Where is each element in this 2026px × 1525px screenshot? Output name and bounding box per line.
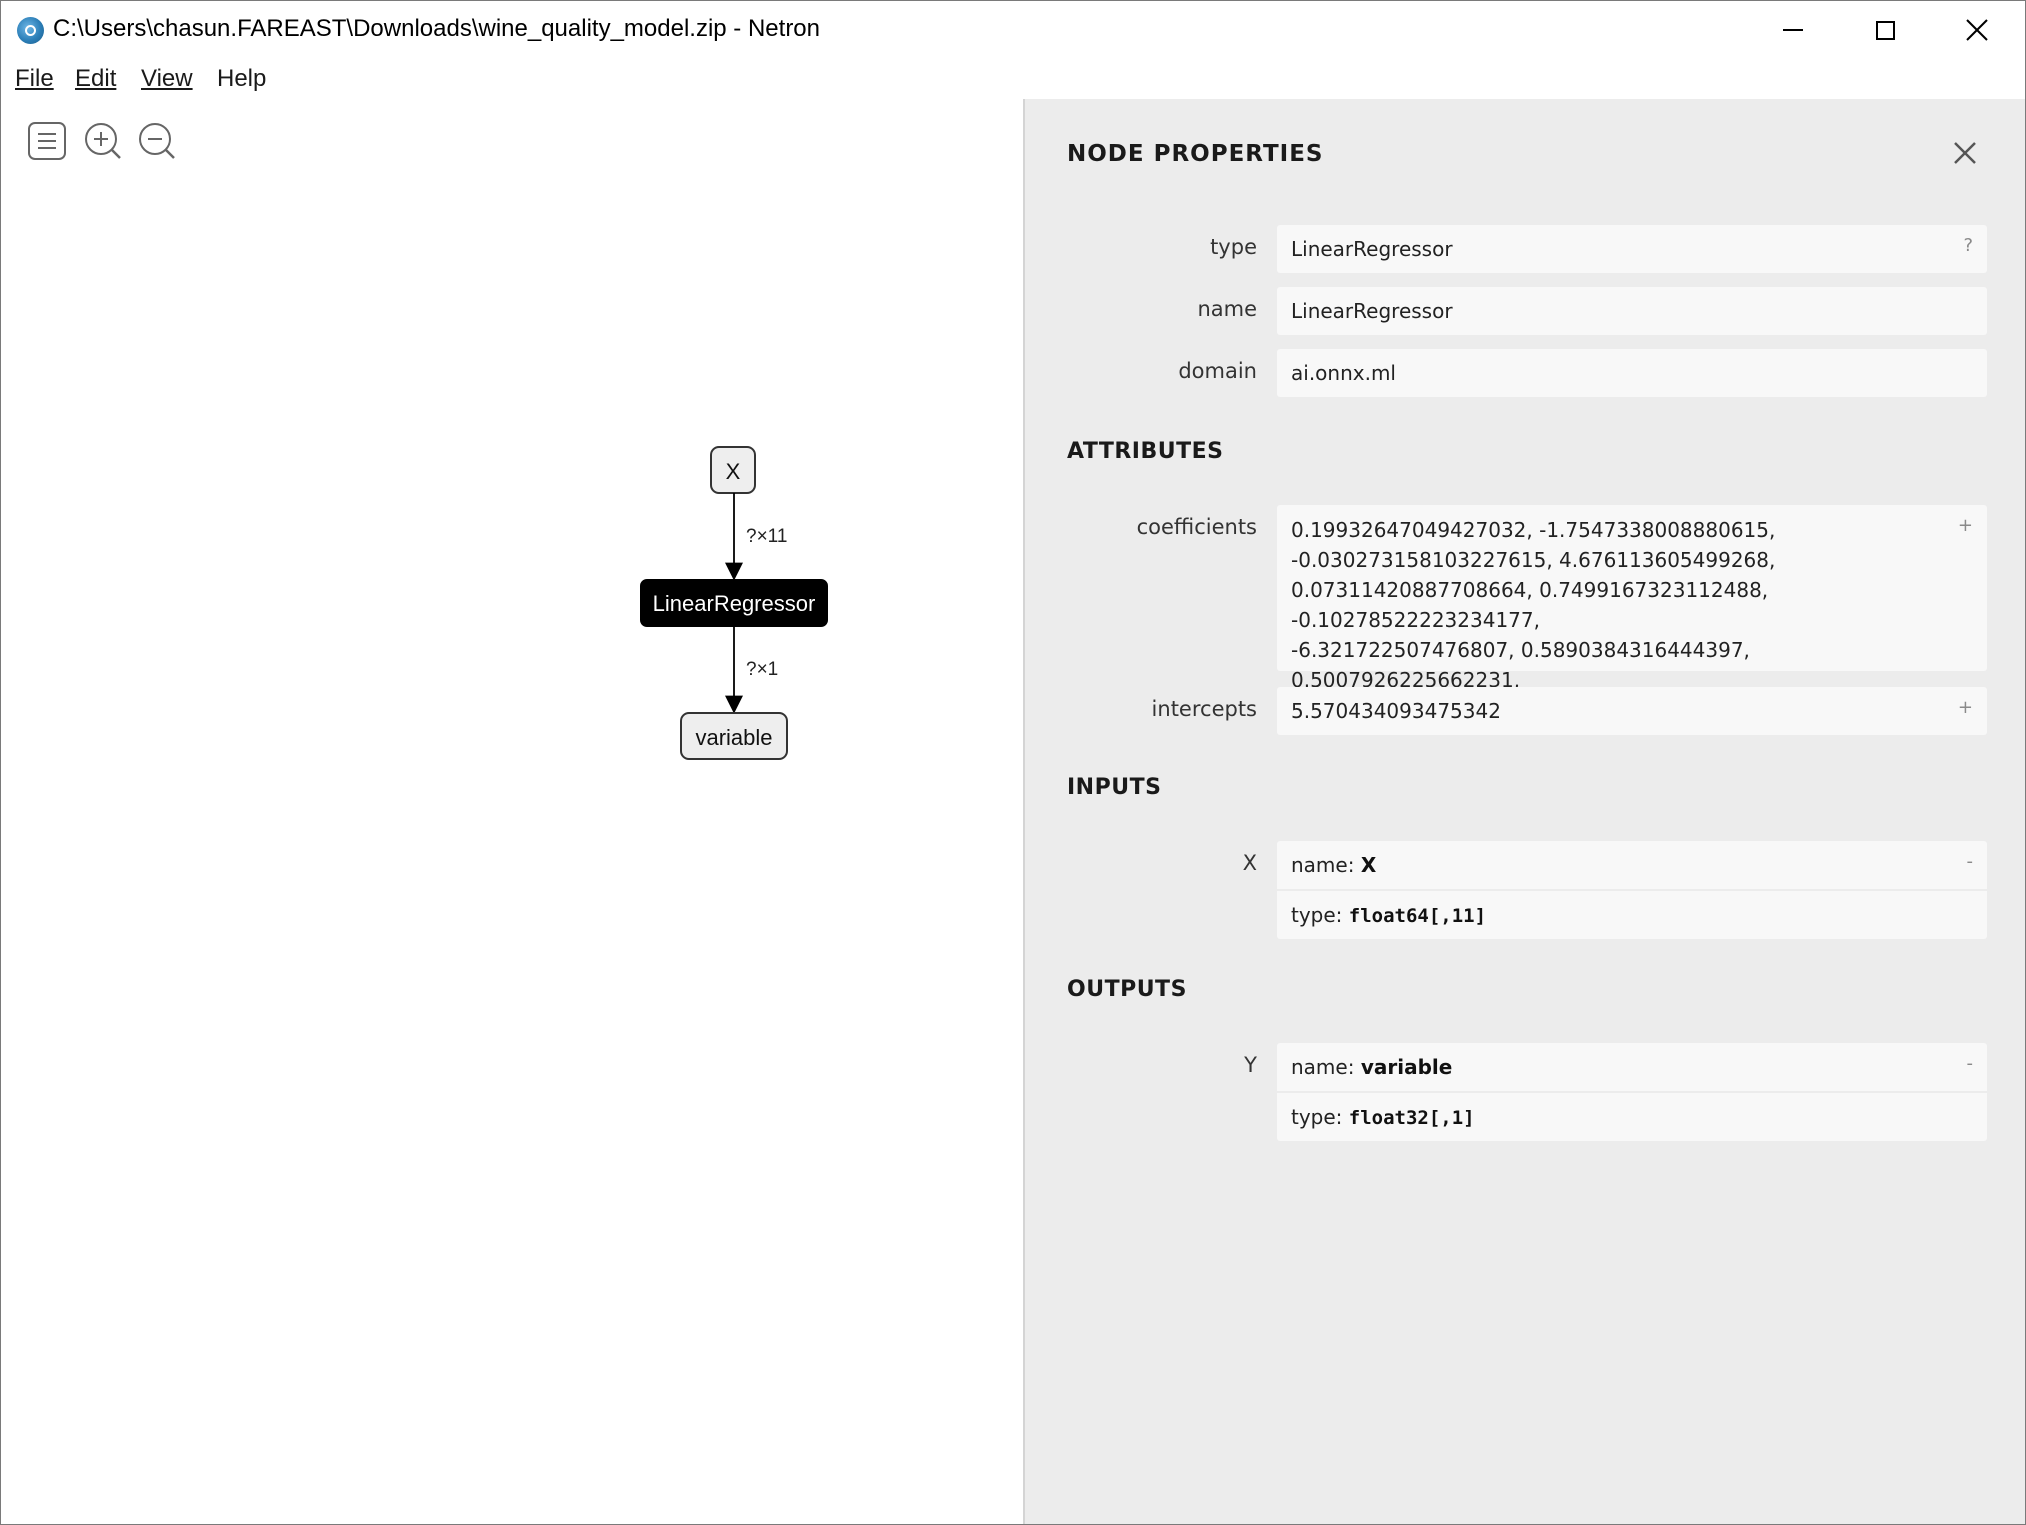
- input-x-type-value: float64[,11]: [1348, 905, 1487, 927]
- menu-view-label: View: [141, 65, 193, 92]
- maximize-icon: [1875, 20, 1895, 40]
- minimize-icon: [1783, 29, 1803, 31]
- menu-help[interactable]: Help: [215, 65, 268, 93]
- graph-node-input[interactable]: X: [710, 446, 756, 494]
- menu-edit-label: Edit: [75, 65, 117, 92]
- input-x-type-prefix: type:: [1291, 903, 1349, 927]
- attr-intercepts-value: 5.570434093475342: [1291, 699, 1501, 723]
- expand-icon[interactable]: +: [1958, 697, 1973, 718]
- prop-name-value: LinearRegressor: [1291, 299, 1453, 323]
- menu-file[interactable]: File: [13, 65, 56, 93]
- prop-domain-label: domain: [1178, 359, 1257, 383]
- title-bar[interactable]: C:\Users\chasun.FAREAST\Downloads\wine_q…: [1, 1, 2025, 59]
- graph-edge-input-shape: ?×11: [746, 526, 787, 547]
- prop-name-field[interactable]: LinearRegressor: [1277, 287, 1987, 335]
- input-x-name-prefix: name:: [1291, 853, 1361, 877]
- attr-intercepts-field[interactable]: 5.570434093475342 +: [1277, 687, 1987, 735]
- close-icon: [1966, 19, 1988, 41]
- panel-close-button[interactable]: [1949, 137, 1981, 169]
- prop-type-field[interactable]: LinearRegressor ?: [1277, 225, 1987, 273]
- help-icon[interactable]: ?: [1963, 235, 1973, 256]
- attributes-heading: ATTRIBUTES: [1067, 439, 1224, 464]
- collapse-icon[interactable]: -: [1967, 1053, 1974, 1074]
- graph-edge-output-shape: ?×1: [746, 659, 778, 680]
- output-y-type-prefix: type:: [1291, 1105, 1349, 1129]
- input-x-field[interactable]: name: X type: float64[,11] -: [1277, 841, 1987, 939]
- app-window: C:\Users\chasun.FAREAST\Downloads\wine_q…: [0, 0, 2026, 1525]
- prop-domain-value: ai.onnx.ml: [1291, 361, 1396, 385]
- attr-coefficients-label: coefficients: [1136, 515, 1257, 539]
- collapse-icon[interactable]: -: [1967, 851, 1974, 872]
- graph-node-output-label: variable: [695, 725, 772, 750]
- prop-type-value: LinearRegressor: [1291, 237, 1453, 261]
- menu-view[interactable]: View: [139, 65, 195, 93]
- graph-node-operator[interactable]: LinearRegressor: [640, 579, 828, 627]
- output-y-name-prefix: name:: [1291, 1055, 1361, 1079]
- prop-name-label: name: [1197, 297, 1257, 321]
- window-title: C:\Users\chasun.FAREAST\Downloads\wine_q…: [53, 15, 821, 42]
- minimize-button[interactable]: [1747, 1, 1839, 59]
- input-x-name-value: X: [1360, 853, 1377, 877]
- panel-title: NODE PROPERTIES: [1067, 141, 1324, 167]
- output-y-field[interactable]: name: variable type: float32[,1] -: [1277, 1043, 1987, 1141]
- input-x-type-row: type: float64[,11]: [1277, 889, 1987, 939]
- output-y-label: Y: [1244, 1053, 1257, 1077]
- input-x-name-row: name: X: [1277, 841, 1987, 889]
- attr-intercepts-label: intercepts: [1151, 697, 1257, 721]
- menu-edit[interactable]: Edit: [73, 65, 118, 93]
- netron-logo-icon: [17, 17, 44, 44]
- prop-type-label: type: [1210, 235, 1257, 259]
- menu-bar: File Edit View Help: [1, 59, 2025, 99]
- output-y-name-value: variable: [1360, 1055, 1453, 1079]
- menu-help-label: Help: [217, 65, 267, 92]
- input-x-label: X: [1242, 851, 1257, 875]
- close-window-button[interactable]: [1931, 1, 2023, 59]
- graph-node-output[interactable]: variable: [680, 712, 788, 760]
- graph-canvas[interactable]: X ?×11 LinearRegressor ?×1 variable: [1, 99, 1023, 1524]
- expand-icon[interactable]: +: [1958, 515, 1973, 536]
- prop-domain-field[interactable]: ai.onnx.ml: [1277, 349, 1987, 397]
- inputs-heading: INPUTS: [1067, 775, 1162, 800]
- output-y-type-row: type: float32[,1]: [1277, 1091, 1987, 1141]
- model-graph: X ?×11 LinearRegressor ?×1 variable: [640, 446, 828, 760]
- maximize-button[interactable]: [1839, 1, 1931, 59]
- close-icon: [1954, 142, 1976, 164]
- attr-coefficients-field[interactable]: 0.19932647049427032, -1.7547338008880615…: [1277, 505, 1987, 722]
- node-properties-panel: NODE PROPERTIES type LinearRegressor ? n…: [1023, 99, 2025, 1524]
- menu-file-label: File: [15, 65, 54, 92]
- graph-node-operator-label: LinearRegressor: [653, 591, 816, 616]
- output-y-type-value: float32[,1]: [1348, 1107, 1475, 1129]
- output-y-name-row: name: variable: [1277, 1043, 1987, 1091]
- graph-node-input-label: X: [726, 459, 741, 484]
- outputs-heading: OUTPUTS: [1067, 977, 1187, 1002]
